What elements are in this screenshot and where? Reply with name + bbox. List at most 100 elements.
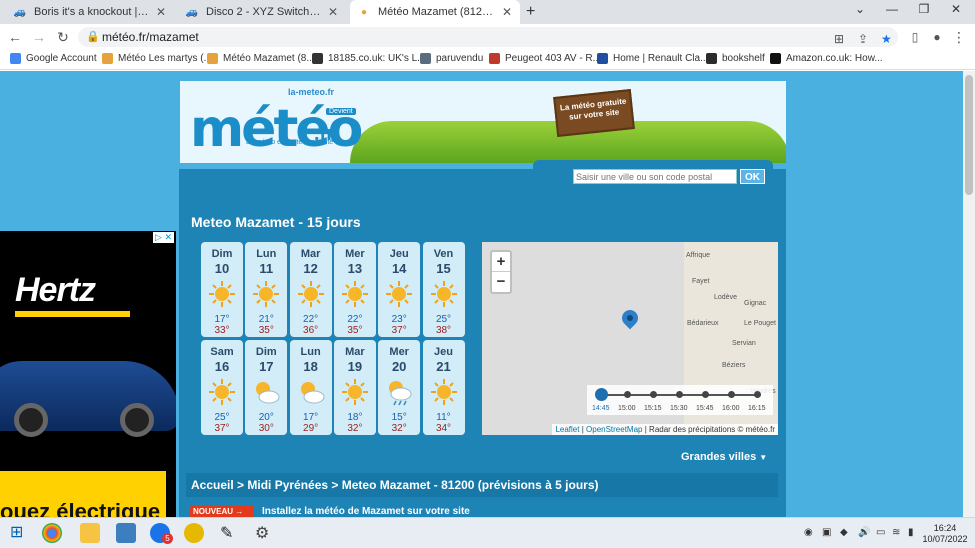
new-tab-button[interactable]: + [526,3,535,21]
bookmarks-bar: Google Account Météo Les martys (... Météo… [0,50,975,70]
dropbox-icon[interactable]: ◆ [840,527,848,538]
settings-gear-icon[interactable]: ⚙ [255,523,275,543]
restore-icon[interactable]: ❐ [914,2,934,16]
file-explorer-icon[interactable] [80,523,100,543]
temp-max: 34° [435,423,452,434]
temp-min: 23° [391,314,407,325]
bookmark-item[interactable]: Météo Mazamet (8... [207,53,315,64]
url-text[interactable]: météo.fr/mazamet [102,30,199,44]
day-number: 11 [259,261,274,276]
share-icon[interactable]: ⇪ [858,32,868,46]
day-card[interactable]: Mer 20 15° 32° [378,340,421,435]
app-icon-2[interactable] [184,523,204,543]
zoom-in-button[interactable]: + [492,252,510,272]
timeline-step[interactable] [650,391,657,398]
wifi-icon[interactable]: ≋ [892,527,900,538]
bookmark-item[interactable]: paruvendu [420,53,483,64]
bookmark-label: Home | Renault Cla... [613,53,709,64]
tab-disco[interactable]: 🚙 Disco 2 - XYZ Switch Prices | Lan ✕ [178,0,346,24]
day-card[interactable]: Mar 19 18° 32° [333,340,376,435]
profile-icon[interactable]: ● [928,28,946,46]
day-card[interactable]: Lun 11 21° 35° [245,242,288,337]
bookmark-favicon-icon [489,53,500,64]
day-card[interactable]: Jeu 14 23° 37° [378,242,421,337]
lock-icon[interactable]: 🔒 [86,30,100,43]
close-icon[interactable]: ✕ [156,5,166,19]
network-icon[interactable]: ▭ [876,527,885,538]
clock[interactable]: 16:24 10/07/2022 [922,523,968,545]
day-card[interactable]: Ven 15 25° 38° [422,242,465,337]
radar-map[interactable]: + − Affrique Fayet Lodève Gignac Bédarieux Le… [482,242,778,435]
timeline-step[interactable] [702,391,709,398]
site-banner[interactable]: la-meteo.fr Devient météo .fr La météo e… [180,81,786,163]
side-panel-icon[interactable]: ▯ [906,28,924,46]
timeline-step[interactable] [595,388,608,401]
battery-icon[interactable]: ▮ [908,527,914,538]
sun-cloud-icon [297,378,325,406]
minimize-icon[interactable]: — [882,2,902,16]
tab-search-icon[interactable]: ⌄ [850,2,870,16]
map-town-label: Servian [732,340,756,347]
scroll-thumb[interactable] [965,75,973,195]
day-card[interactable]: Mar 12 22° 36° [289,242,332,337]
speaker-icon[interactable]: 🔊 [858,527,870,538]
leaflet-link[interactable]: Leaflet [555,425,579,434]
osm-link[interactable]: OpenStreetMap [586,425,642,434]
pen-icon[interactable]: ✎ [220,523,240,543]
day-card[interactable]: Dim 17 20° 30° [245,340,288,435]
close-window-icon[interactable]: ✕ [946,2,966,16]
menu-icon[interactable]: ⋮ [950,28,968,46]
bookmark-item[interactable]: Amazon.co.uk: How... [770,53,883,64]
timeline-step[interactable] [728,391,735,398]
tray-meet-icon[interactable]: ▣ [822,527,831,538]
zoom-out-button[interactable]: − [492,272,510,292]
tab-meteo[interactable]: ● Météo Mazamet (81200) heure p ✕ [350,0,520,24]
reload-icon[interactable]: ↻ [54,28,72,46]
bookmark-item[interactable]: bookshelf [706,53,765,64]
chrome-icon[interactable] [42,523,62,543]
temp-max: 33° [214,325,230,336]
bookmark-item[interactable]: 18185.co.uk: UK's L... [312,53,426,64]
widget-sign[interactable]: La météo gratuite sur votre site [553,89,635,137]
search-ok-button[interactable]: OK [740,169,765,184]
day-card[interactable]: Mer 13 22° 35° [333,242,376,337]
messenger-icon[interactable]: 5 [150,523,173,544]
radar-timeline[interactable]: 14:45 15:00 15:15 15:30 15:45 16:00 16:15 [587,385,773,415]
day-number: 13 [347,261,363,276]
bookmark-item[interactable]: Google Account [10,53,97,64]
day-card[interactable]: Jeu 21 11° 34° [422,340,465,435]
day-card[interactable]: Lun 18 17° 29° [289,340,332,435]
install-widget-link[interactable]: Installez la météo de Mazamet sur votre … [262,506,470,517]
windows-start-icon[interactable]: ⊞ [10,522,30,542]
grandes-villes-dropdown[interactable]: Grandes villes ▼ [681,451,767,463]
close-icon[interactable]: ✕ [502,5,512,19]
translate-icon[interactable]: ⊞ [834,32,844,46]
temp-max: 35° [347,325,363,336]
day-card[interactable]: Dim 10 17° 33° [201,242,243,337]
timeline-time: 15:15 [644,405,662,412]
close-icon[interactable]: ✕ [328,5,338,19]
address-bar[interactable]: 🔒 météo.fr/mazamet ⊞ ⇪ ★ [78,27,898,47]
temp-min: 18° [347,412,363,423]
bookmark-star-icon[interactable]: ★ [881,32,892,46]
timeline-step[interactable] [754,391,761,398]
meteo-logo[interactable]: météo [190,99,363,159]
city-search-input[interactable] [573,169,737,184]
app-icon[interactable] [116,523,136,543]
timeline-step[interactable] [624,391,631,398]
back-icon[interactable]: ← [6,28,24,46]
timeline-step[interactable] [676,391,683,398]
breadcrumb[interactable]: Accueil > Midi Pyrénées > Meteo Mazamet … [191,478,599,492]
tab-boris[interactable]: 🚙 Boris it's a knockout | Page 38 | L ✕ [6,0,174,24]
day-name: Mar [345,346,365,358]
bookmark-item[interactable]: Home | Renault Cla... [597,53,708,64]
page-scrollbar[interactable] [963,71,975,517]
bookmark-item[interactable]: Peugeot 403 AV - R... [489,53,601,64]
bookmark-item[interactable]: Météo Les martys (... [102,53,212,64]
day-card[interactable]: Sam 16 25° 37° [201,340,243,435]
day-name: Mer [345,248,365,260]
forward-icon[interactable]: → [30,28,48,46]
ad-choices-icon[interactable]: ▷ ✕ [153,232,174,243]
tray-app-icon[interactable]: ◉ [804,527,813,538]
hertz-ad[interactable]: ▷ ✕ Hertz ouez électrique [0,231,176,517]
